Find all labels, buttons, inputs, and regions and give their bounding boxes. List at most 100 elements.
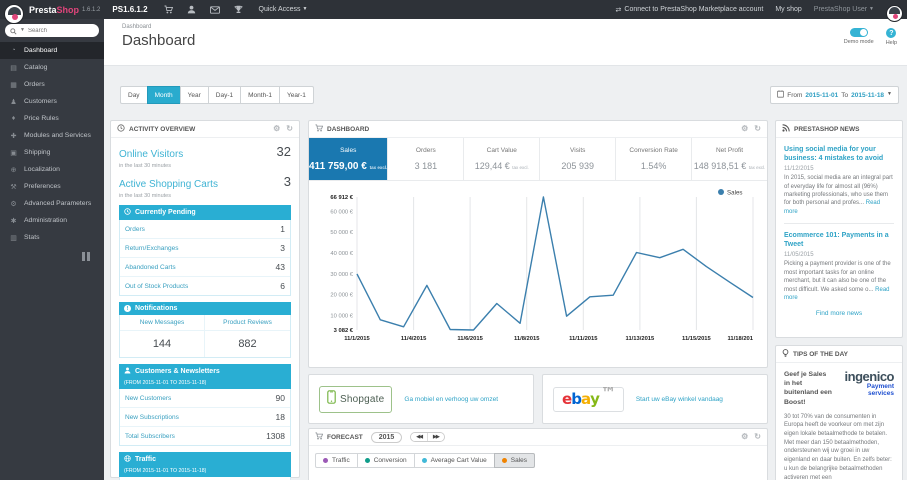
kpi-visits[interactable]: Visits 205 939	[540, 138, 617, 180]
filter-year-1-button[interactable]: Year-1	[278, 86, 314, 104]
find-more-news-link[interactable]: Find more news	[784, 310, 894, 317]
dashboard-icon: ◔	[11, 47, 16, 54]
svg-text:11/13/2015: 11/13/2015	[626, 336, 655, 342]
filter-year-button[interactable]: Year	[179, 86, 209, 104]
date-range-picker[interactable]: From 2015-11-01 To 2015-11-18 ▼	[770, 86, 899, 104]
news-article: Using social media for your business: 4 …	[784, 145, 894, 215]
sync-icon: ⇄	[615, 6, 622, 14]
sidebar-item-administration[interactable]: ✱ Administration	[0, 212, 104, 229]
legend-conversion-button[interactable]: Conversion	[356, 453, 415, 468]
sidebar-item-advanced-parameters[interactable]: ⚙ Advanced Parameters	[0, 195, 104, 212]
svg-text:Sales: Sales	[727, 190, 742, 197]
sidebar-item-dashboard[interactable]: ◔ Dashboard	[0, 42, 104, 59]
phone-icon	[327, 389, 336, 409]
next-year-button[interactable]: ▶▶	[428, 433, 444, 441]
previous-year-button[interactable]: ◀◀	[411, 433, 429, 441]
active-carts-metric: Active Shopping Carts 3 in the last 30 m…	[119, 174, 291, 199]
page-title: Dashboard	[122, 32, 196, 49]
svg-text:11/4/2015: 11/4/2015	[401, 336, 427, 342]
sales-line-chart: 3 082 € 10 000 € 20 000 € 30 000 € 40 000 € 5…	[330, 189, 754, 342]
news-panel-title: PRESTASHOP NEWS	[794, 125, 860, 133]
sidebar-item-preferences[interactable]: ⚒ Preferences	[0, 178, 104, 195]
gear-icon[interactable]: ⚙	[273, 125, 280, 133]
filter-day-1-button[interactable]: Day-1	[207, 86, 242, 104]
stats-icon: ▥	[10, 234, 17, 242]
version-label: 1.6.1.2	[82, 6, 101, 13]
kpi-orders[interactable]: Orders 3 181	[388, 138, 465, 180]
user-menu[interactable]: PrestaShop User ▼	[814, 6, 874, 13]
out-of-stock-row[interactable]: Out of Stock Products 6	[120, 277, 290, 295]
clock-icon	[124, 208, 131, 217]
sidebar-search[interactable]: ▼	[5, 24, 99, 37]
sidebar-item-stats[interactable]: ▥ Stats	[0, 229, 104, 246]
breadcrumb: Dashboard	[122, 24, 152, 30]
badges-trophy-icon[interactable]	[234, 5, 243, 14]
avg-cart-value-dot-icon	[421, 458, 427, 463]
tip-body: 30 tot 70% van de consumenten in Europa …	[784, 413, 892, 480]
kpi-cart-value[interactable]: Cart Value 129,44 € tax excl.	[464, 138, 541, 180]
sidebar-item-customers[interactable]: ♟ Customers	[0, 93, 104, 110]
ebay-link[interactable]: Start uw eBay winkel vandaag	[636, 396, 723, 403]
search-input[interactable]	[27, 27, 94, 34]
kpi-net-profit[interactable]: Net Profit 148 918,51 € tax excl.	[692, 138, 767, 180]
filter-month-button[interactable]: Month	[146, 86, 181, 104]
gear-icon[interactable]: ⚙	[741, 433, 748, 441]
messages-icon[interactable]	[209, 5, 220, 14]
legend-sales-button[interactable]: Sales	[493, 453, 535, 468]
refresh-icon[interactable]: ↻	[754, 125, 761, 133]
my-shop-link[interactable]: My shop	[775, 6, 801, 13]
new-subscriptions-row[interactable]: New Subscriptions 18	[120, 408, 290, 427]
traffic-section: Traffic(FROM 2015-11-01 TO 2015-11-18) L…	[119, 452, 291, 480]
legend-traffic-button[interactable]: Traffic	[315, 453, 358, 468]
sidebar-item-price-rules[interactable]: ♦ Price Rules	[0, 110, 104, 127]
new-messages-link[interactable]: New Messages	[120, 315, 205, 331]
sidebar-item-catalog[interactable]: ▤ Catalog	[0, 59, 104, 76]
search-scope-caret-icon[interactable]: ▼	[20, 27, 25, 33]
notifications-section: ! Notifications New Messages Product Revi…	[119, 302, 291, 358]
pending-orders-row[interactable]: Orders 1	[120, 220, 290, 239]
tip-headline: Geef je Sales in het buitenland een Boos…	[784, 371, 832, 406]
customers-icon: ♟	[10, 98, 17, 106]
abandoned-carts-row[interactable]: Abandoned Carts 43	[120, 258, 290, 277]
quick-access-menu[interactable]: Quick Access ▼	[259, 6, 308, 13]
sidebar: ▼ ◔Dashboard ▤Catalog ▦Orders ♟Customers…	[0, 19, 104, 480]
sidebar-item-modules[interactable]: ✚ Modules and Services	[0, 127, 104, 144]
new-customers-row[interactable]: New Customers 90	[120, 389, 290, 408]
filter-month-1-button[interactable]: Month-1	[240, 86, 280, 104]
ebay-logo: e b a y ™	[553, 384, 624, 412]
shopgate-link[interactable]: Ga mobiel en verhoog uw omzet	[404, 396, 498, 403]
activity-overview-title: ACTIVITY OVERVIEW	[129, 125, 196, 133]
prestashop-logo-icon	[4, 4, 24, 24]
person-icon	[124, 367, 131, 376]
administration-icon: ✱	[10, 217, 17, 225]
user-avatar[interactable]	[886, 5, 903, 22]
employees-icon[interactable]	[187, 5, 196, 14]
sidebar-item-orders[interactable]: ▦ Orders	[0, 76, 104, 93]
demo-mode-toggle[interactable]	[849, 28, 868, 37]
sidebar-item-localization[interactable]: ⊕ Localization	[0, 161, 104, 178]
help-control: ? Help	[886, 28, 897, 46]
demo-mode-control: Demo mode	[844, 28, 874, 46]
new-messages-count: 144	[120, 331, 205, 357]
help-icon[interactable]: ?	[886, 28, 897, 38]
article-title-link[interactable]: Using social media for your business: 4 …	[784, 145, 894, 163]
sidebar-collapse-button[interactable]	[80, 252, 90, 261]
dashboard-panel-title: DASHBOARD	[327, 125, 370, 133]
article-title-link[interactable]: Ecommerce 101: Payments in a Tweet	[784, 231, 894, 249]
total-subscribers-row[interactable]: Total Subscribers 1308	[120, 427, 290, 445]
refresh-icon[interactable]: ↻	[286, 125, 293, 133]
cart-icon[interactable]	[164, 5, 173, 14]
gear-icon[interactable]: ⚙	[741, 125, 748, 133]
calendar-icon	[777, 90, 785, 100]
shop-name[interactable]: PS1.6.1.2	[112, 5, 147, 14]
pending-returns-row[interactable]: Return/Exchanges 3	[120, 239, 290, 258]
kpi-conversion-rate[interactable]: Conversion Rate 1.54%	[616, 138, 693, 180]
marketplace-connect-link[interactable]: ⇄ Connect to PrestaShop Marketplace accou…	[616, 6, 764, 14]
forecast-panel: FORECAST 2015 ◀◀ ▶▶ ⚙ ↻ Traffic Conversio…	[308, 428, 768, 480]
filter-day-button[interactable]: Day	[120, 86, 148, 104]
kpi-sales[interactable]: Sales 411 759,00 € tax excl.	[309, 138, 389, 180]
legend-avg-cart-value-button[interactable]: Average Cart Value	[413, 453, 495, 468]
refresh-icon[interactable]: ↻	[754, 433, 761, 441]
sidebar-item-shipping[interactable]: ▣ Shipping	[0, 144, 104, 161]
product-reviews-link[interactable]: Product Reviews	[205, 315, 290, 331]
